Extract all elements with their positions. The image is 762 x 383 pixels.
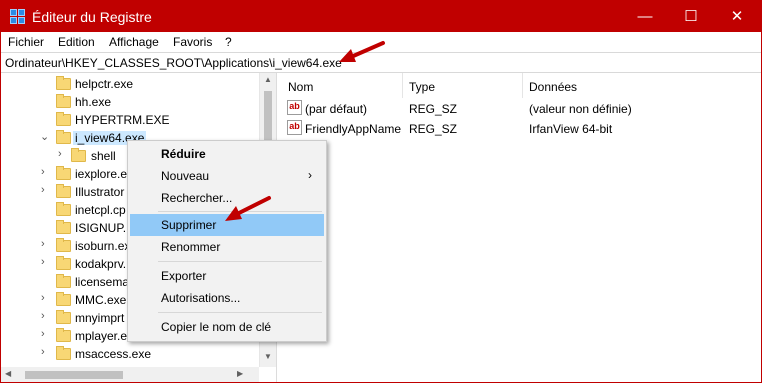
tree-item-label: kodakprv.: [75, 257, 127, 271]
menu-favoris[interactable]: Favoris: [173, 35, 212, 49]
tree-item-label: iexplore.e: [75, 167, 128, 181]
chevron-right-icon[interactable]: ›: [41, 238, 45, 250]
window-title: Éditeur du Registre: [32, 9, 152, 25]
folder-icon: [71, 148, 86, 162]
folder-icon: [56, 274, 71, 288]
value-name: FriendlyAppName: [305, 122, 402, 136]
tree-item[interactable]: › msaccess.exe: [1, 345, 261, 363]
tree-item[interactable]: hh.exe: [1, 93, 261, 111]
scroll-down-arrow-icon[interactable]: ▼: [264, 352, 272, 361]
tree-horizontal-scrollbar[interactable]: ◀ ▶: [1, 367, 259, 382]
folder-icon: [56, 166, 71, 180]
tree-item-label: mnyimprt: [75, 311, 125, 325]
folder-icon: [56, 76, 71, 90]
folder-icon: [56, 130, 71, 144]
chevron-right-icon[interactable]: ›: [41, 292, 45, 304]
chevron-right-icon[interactable]: ›: [41, 346, 45, 358]
value-data: IrfanView 64-bit: [529, 122, 613, 136]
menu-item-copier-nom-cle[interactable]: Copier le nom de clé: [130, 316, 324, 338]
tree-item-label: hh.exe: [75, 95, 112, 109]
folder-icon: [56, 202, 71, 216]
menu-item-label: Rechercher...: [161, 191, 233, 205]
menu-item-label: Supprimer: [161, 218, 217, 232]
menu-item-label: Renommer: [161, 240, 221, 254]
string-value-icon: ab: [287, 120, 302, 135]
annotation-arrow-icon: [225, 196, 271, 221]
tree-item-label: MMC.exe: [75, 293, 127, 307]
menu-help[interactable]: ?: [225, 35, 232, 49]
menu-separator: [158, 312, 322, 313]
menu-item-label: Exporter: [161, 269, 207, 283]
registry-editor-window: Éditeur du Registre — ☐ ✕ Fichier Editio…: [0, 0, 762, 383]
address-path[interactable]: Ordinateur\HKEY_CLASSES_ROOT\Application…: [5, 56, 342, 70]
tree-item-label: Illustrator: [75, 185, 125, 199]
tree-item-label: isoburn.ex: [75, 239, 131, 253]
menu-item-autorisations[interactable]: Autorisations...: [130, 287, 324, 309]
value-row[interactable]: ab (par défaut) REG_SZ (valeur non défin…: [282, 98, 752, 119]
chevron-right-icon[interactable]: ›: [41, 310, 45, 322]
tree-item-label: shell: [91, 149, 116, 163]
context-menu: Réduire Nouveau › Rechercher... Supprime…: [127, 140, 327, 342]
scroll-left-arrow-icon[interactable]: ◀: [5, 369, 11, 378]
folder-icon: [56, 346, 71, 360]
chevron-right-icon[interactable]: ›: [41, 166, 45, 178]
folder-icon: [56, 292, 71, 306]
close-button[interactable]: ✕: [714, 1, 760, 32]
folder-icon: [56, 238, 71, 252]
menu-item-nouveau[interactable]: Nouveau ›: [130, 165, 324, 187]
tree-item-label: inetcpl.cp: [75, 203, 126, 217]
folder-icon: [56, 94, 71, 108]
folder-icon: [56, 184, 71, 198]
tree-item-label: helpctr.exe: [75, 77, 134, 91]
menu-item-renommer[interactable]: Renommer: [130, 236, 324, 258]
folder-icon: [56, 220, 71, 234]
value-data: (valeur non définie): [529, 102, 632, 116]
chevron-right-icon[interactable]: ›: [41, 256, 45, 268]
scroll-thumb[interactable]: [25, 371, 123, 379]
folder-icon: [56, 256, 71, 270]
column-header-data[interactable]: Données: [523, 73, 759, 98]
tree-item-label: mplayer.e: [75, 329, 128, 343]
values-list: Nom Type Données ab (par défaut) REG_SZ …: [282, 73, 761, 382]
value-type: REG_SZ: [409, 122, 458, 136]
column-header-name[interactable]: Nom: [282, 73, 403, 98]
title-bar[interactable]: Éditeur du Registre — ☐ ✕: [1, 1, 761, 32]
tree-item-label: msaccess.exe: [75, 347, 152, 361]
column-header-type[interactable]: Type: [403, 73, 523, 98]
menu-separator: [158, 261, 322, 262]
tree-item[interactable]: helpctr.exe: [1, 75, 261, 93]
submenu-arrow-icon: ›: [308, 168, 312, 182]
menu-item-exporter[interactable]: Exporter: [130, 265, 324, 287]
tree-item-label: licensema: [75, 275, 130, 289]
chevron-right-icon[interactable]: ›: [41, 184, 45, 196]
menu-edition[interactable]: Edition: [58, 35, 95, 49]
tree-item[interactable]: HYPERTRM.EXE: [1, 111, 261, 129]
maximize-button[interactable]: ☐: [668, 1, 714, 32]
menu-item-reduire[interactable]: Réduire: [130, 143, 324, 165]
tree-item-label: ISIGNUP.E: [75, 221, 135, 235]
folder-icon: [56, 310, 71, 324]
menu-affichage[interactable]: Affichage: [109, 35, 159, 49]
value-name: (par défaut): [305, 102, 368, 116]
folder-icon: [56, 112, 71, 126]
chevron-right-icon[interactable]: ›: [58, 148, 62, 160]
scroll-up-arrow-icon[interactable]: ▲: [264, 75, 272, 84]
chevron-down-icon[interactable]: ⌄: [40, 130, 49, 143]
string-value-icon: ab: [287, 100, 302, 115]
menu-fichier[interactable]: Fichier: [8, 35, 44, 49]
scroll-thumb[interactable]: [264, 91, 272, 141]
regedit-app-icon: [10, 9, 26, 24]
chevron-right-icon[interactable]: ›: [41, 328, 45, 340]
menu-item-label: Nouveau: [161, 169, 210, 183]
annotation-arrow-icon: [339, 41, 385, 62]
value-type: REG_SZ: [409, 102, 458, 116]
value-row[interactable]: ab FriendlyAppName REG_SZ IrfanView 64-b…: [282, 118, 752, 139]
menu-item-label: Copier le nom de clé: [161, 320, 272, 334]
scroll-right-arrow-icon[interactable]: ▶: [237, 369, 243, 378]
menu-item-label: Réduire: [161, 147, 206, 161]
menu-item-label: Autorisations...: [161, 291, 241, 305]
minimize-button[interactable]: —: [622, 1, 668, 32]
folder-icon: [56, 328, 71, 342]
tree-item-label: HYPERTRM.EXE: [75, 113, 170, 127]
